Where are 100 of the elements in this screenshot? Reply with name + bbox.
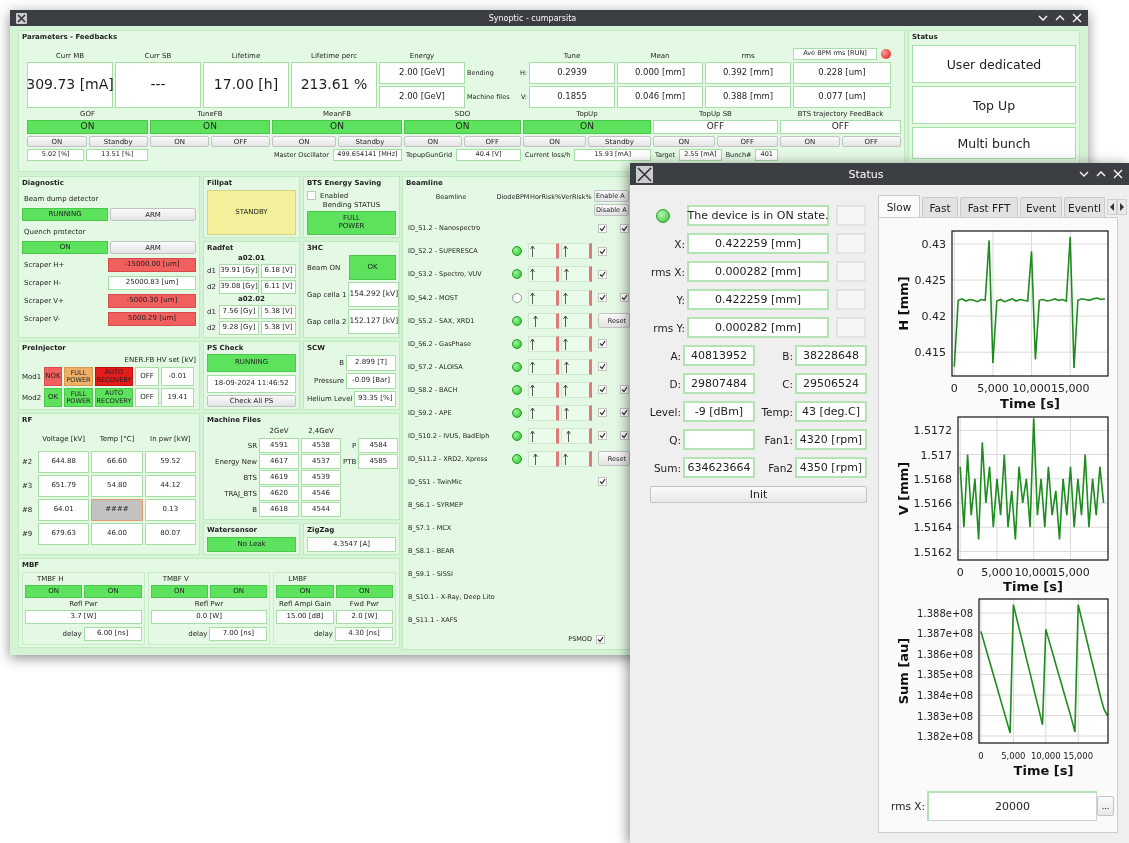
tick-label: 0.415 [914, 346, 946, 360]
mode-button[interactable]: Top Up [912, 86, 1076, 124]
mode-button[interactable]: User dedicated [912, 45, 1076, 83]
window-logo-icon [636, 165, 653, 183]
tick-label: 0 [950, 382, 958, 395]
status-indicator: ON [523, 120, 651, 134]
tick-label: 5,000 [981, 566, 1013, 579]
field-label: X: [673, 237, 685, 250]
tab[interactable]: Slow [878, 195, 920, 217]
tick-label: 0.43 [921, 238, 946, 251]
value-field: 0.000282 [mm] [687, 261, 829, 282]
status-indicator: OFF [780, 120, 901, 134]
field-label: Y: [675, 293, 685, 306]
tab[interactable]: Eventl [1064, 197, 1105, 217]
field-label: Sum: [652, 460, 681, 476]
value-field: 29807484 [683, 373, 755, 394]
tick-label: 1.5168 [913, 472, 952, 486]
tick-label: 10,000 [1012, 382, 1051, 395]
tick-label: 0.425 [914, 274, 946, 288]
axis-title: V [mm] [895, 461, 911, 516]
status-indicator: ON [150, 120, 270, 134]
value-field: 4350 [rpm] [795, 457, 867, 478]
field-label: D: [668, 376, 681, 392]
value-field: 0.046 [mm] [617, 86, 703, 108]
close-icon[interactable] [1113, 169, 1123, 179]
field-label: rms Y: [652, 321, 685, 334]
value-field: 2.00 [GeV] [379, 86, 465, 108]
maximize-icon[interactable] [1055, 13, 1065, 23]
field-label: Temp: [760, 404, 793, 420]
tick-label: 1.5164 [913, 521, 952, 535]
tab[interactable]: Fast [922, 197, 958, 217]
value-field: 4320 [rpm] [795, 429, 867, 450]
axis-title: Time [s] [1013, 763, 1074, 778]
tick-label: 1.387e+08 [917, 628, 973, 640]
value-field: 2.00 [GeV] [379, 62, 465, 84]
window-title: Status [847, 167, 885, 181]
maximize-icon[interactable] [1096, 169, 1106, 179]
field-label: A: [669, 348, 681, 364]
tick-label: 1.385e+08 [917, 669, 973, 681]
minimize-icon[interactable] [1079, 169, 1089, 179]
checkbox[interactable] [598, 270, 607, 279]
close-icon[interactable] [1072, 13, 1082, 23]
value-field: 634623664 [683, 457, 755, 478]
field-label: C: [781, 376, 793, 392]
value-field: The device is in ON state. [687, 205, 829, 226]
field-label: rms X: [890, 799, 925, 812]
browse-button[interactable]: ... [1097, 795, 1114, 816]
field-label: Fan2 [767, 460, 793, 476]
field-label: Q: [668, 432, 681, 448]
value-field: 20000 [927, 790, 1097, 821]
tick-label: 15,000 [1050, 382, 1090, 395]
value-field: 43 [deg.C] [795, 401, 867, 422]
tick-label: 10,000 [1014, 566, 1053, 579]
value-field: 17.00 [h] [203, 62, 289, 108]
value-field: --- [115, 62, 201, 108]
init-button[interactable]: Init [650, 486, 867, 503]
axis-title: Sum [au] [895, 637, 911, 705]
window-title: Synoptic - cumparsita [487, 13, 578, 23]
tick-label: 0 [978, 751, 984, 761]
minimize-icon[interactable] [1038, 13, 1048, 23]
field-label: rms X: [650, 265, 685, 278]
status-indicator: ON [272, 120, 402, 134]
tick-label: 15,000 [1051, 566, 1090, 579]
value-field: 213.61 % [291, 62, 377, 108]
tick-label: 1.517 [920, 448, 952, 462]
tab[interactable]: Event [1020, 197, 1062, 217]
value-field: 0.2939 [529, 62, 615, 84]
tick-label: 1.384e+08 [917, 690, 973, 701]
status-indicator: ON [27, 120, 148, 134]
value-field: 0.1855 [529, 86, 615, 108]
value-field: 0.228 [um] [793, 62, 891, 84]
value-field: 0.422259 [mm] [687, 289, 829, 310]
scroll-left-icon[interactable] [1109, 203, 1115, 211]
value-field: 0.000282 [mm] [687, 317, 829, 338]
tab[interactable]: Fast FFT [960, 197, 1018, 217]
value-field: 0.077 [um] [793, 86, 891, 108]
value-field: 309.73 [mA] [27, 62, 113, 108]
status-indicator: OFF [653, 120, 778, 134]
field-label: Level: [648, 404, 681, 420]
axis-title: Time [s] [1000, 396, 1060, 410]
value-field [683, 429, 755, 450]
tick-label: 0 [956, 566, 964, 579]
mode-button[interactable]: Multi bunch [912, 127, 1076, 159]
window-logo-icon [16, 12, 27, 24]
field-label: B: [781, 348, 793, 364]
scroll-right-icon[interactable] [1119, 203, 1125, 211]
value-field: 0.422259 [mm] [687, 233, 829, 254]
tick-label: 5,000 [977, 382, 1009, 395]
tick-label: 15,000 [1063, 751, 1094, 761]
status-indicator: ON [404, 120, 521, 134]
tick-label: 5,000 [1001, 751, 1026, 761]
field-label: Fan1: [763, 432, 793, 448]
value-field: 40813952 [683, 345, 755, 366]
value-field: -9 [dBm] [683, 401, 755, 422]
axis-title: H [mm] [895, 276, 911, 331]
tick-label: 1.5172 [913, 424, 952, 438]
value-field: 29506524 [795, 373, 867, 394]
value-field: 38228648 [795, 345, 867, 366]
value-field: 0.000 [mm] [617, 62, 703, 84]
tick-label: 10,000 [1030, 751, 1061, 761]
